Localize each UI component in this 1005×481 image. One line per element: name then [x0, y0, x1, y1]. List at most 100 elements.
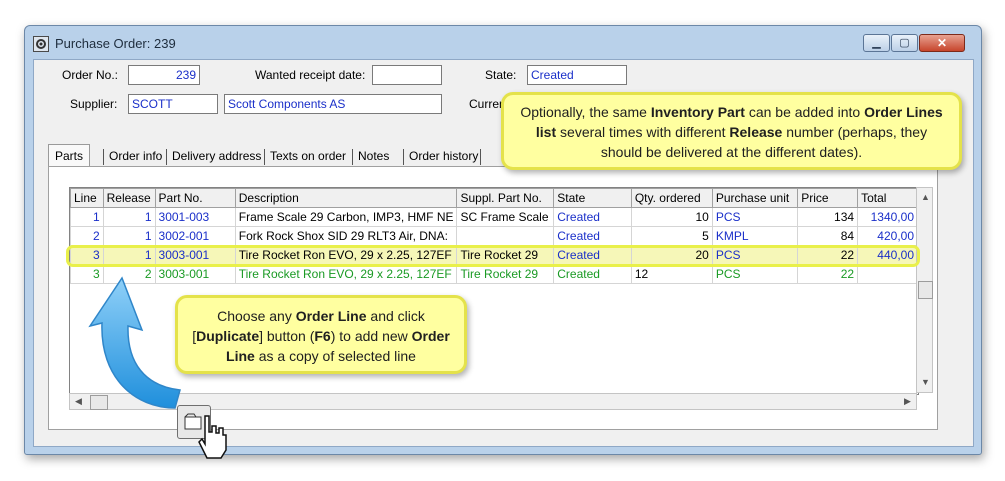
- curved-arrow-icon: [88, 276, 181, 409]
- maximize-button[interactable]: ▢: [891, 34, 918, 52]
- callout-text: ) to add new: [330, 328, 412, 344]
- tab-texts-on-order[interactable]: Texts on order: [270, 149, 346, 163]
- cell-release: 1: [102, 226, 156, 246]
- callout-bold: Order Line: [295, 308, 367, 324]
- vertical-scroll-thumb[interactable]: [918, 281, 933, 299]
- info-callout-release: Optionally, the same Inventory Part can …: [501, 92, 962, 170]
- state-label: State:: [485, 68, 517, 82]
- callout-text: ] button (: [259, 328, 315, 344]
- cell-qty: 5: [630, 226, 713, 246]
- column-header-line[interactable]: Line: [70, 188, 104, 208]
- vertical-scrollbar[interactable]: ▲ ▼: [916, 187, 933, 393]
- cell-description: Frame Scale 29 Carbon, IMP3, HMF NE: [234, 207, 458, 227]
- tab-notes[interactable]: Notes: [358, 149, 389, 163]
- tab-divider: [352, 149, 353, 165]
- tab-order-history[interactable]: Order history: [409, 149, 478, 163]
- tab-divider: [103, 149, 104, 165]
- cell-qty: 10: [630, 207, 713, 227]
- cell-price: 84: [797, 226, 859, 246]
- cell-suppl-part-no: Tire Rocket 29: [456, 264, 555, 284]
- cell-state: Created: [553, 245, 632, 265]
- cell-suppl-part-no: [456, 226, 555, 246]
- table-row[interactable]: 2 1 3002-001 Fork Rock Shox SID 29 RLT3 …: [70, 226, 918, 246]
- hand-cursor-icon: [198, 415, 227, 459]
- cell-unit: KMPL: [711, 226, 799, 246]
- wanted-date-field[interactable]: [372, 65, 442, 85]
- title-bar: Purchase Order: 239 ▁ ▢ ✕: [25, 26, 981, 60]
- cell-unit: PCS: [711, 207, 799, 227]
- tab-order-info[interactable]: Order info: [109, 149, 162, 163]
- cell-suppl-part-no: SC Frame Scale: [456, 207, 555, 227]
- callout-bold: F6: [314, 328, 331, 344]
- callout-bold: Inventory Part: [650, 104, 745, 120]
- cell-release: 1: [102, 245, 156, 265]
- table-row-new[interactable]: 3 2 3003-001 Tire Rocket Ron EVO, 29 x 2…: [70, 264, 918, 284]
- close-button[interactable]: ✕: [919, 34, 965, 52]
- cell-state: Created: [553, 207, 632, 227]
- column-header-part-no[interactable]: Part No.: [154, 188, 236, 208]
- column-header-purchase-unit[interactable]: Purchase unit: [711, 188, 799, 208]
- tab-delivery-address[interactable]: Delivery address: [172, 149, 261, 163]
- table-row[interactable]: 1 1 3001-003 Frame Scale 29 Carbon, IMP3…: [70, 207, 918, 227]
- callout-text: can be added into: [744, 104, 865, 120]
- order-no-label: Order No.:: [62, 68, 119, 82]
- cell-release: 1: [102, 207, 156, 227]
- tab-divider: [480, 149, 481, 165]
- callout-text: several times with different: [556, 124, 730, 140]
- tab-divider: [264, 149, 265, 165]
- info-callout-duplicate: Choose any Order Line and click [Duplica…: [175, 295, 467, 374]
- scroll-right-icon[interactable]: ▶: [904, 396, 911, 407]
- cell-total: [857, 264, 918, 284]
- cell-total: 420,00: [857, 226, 918, 246]
- cell-unit: PCS: [711, 264, 799, 284]
- cell-price: 22: [797, 264, 859, 284]
- cell-qty-editing[interactable]: 12: [630, 264, 713, 284]
- supplier-code-field[interactable]: SCOTT: [128, 94, 218, 114]
- cell-description: Fork Rock Shox SID 29 RLT3 Air, DNA:: [234, 226, 458, 246]
- column-header-price[interactable]: Price: [797, 188, 859, 208]
- cell-part-no: 3003-001: [154, 245, 236, 265]
- wanted-date-label: Wanted receipt date:: [255, 68, 366, 82]
- gear-app-icon: [33, 36, 49, 52]
- column-header-release[interactable]: Release: [102, 188, 156, 208]
- cell-part-no: 3002-001: [154, 226, 236, 246]
- scroll-up-icon[interactable]: ▲: [921, 192, 930, 202]
- supplier-name-field[interactable]: Scott Components AS: [224, 94, 442, 114]
- column-header-qty-ordered[interactable]: Qty. ordered: [630, 188, 713, 208]
- cell-description: Tire Rocket Ron EVO, 29 x 2.25, 127EF: [234, 264, 458, 284]
- cell-line: 1: [70, 207, 104, 227]
- column-header-total[interactable]: Total: [857, 188, 918, 208]
- callout-bold: Duplicate: [196, 328, 260, 344]
- tab-divider: [403, 149, 404, 165]
- minimize-icon: ▁: [872, 37, 881, 49]
- window-title: Purchase Order: 239: [55, 36, 176, 51]
- order-no-field[interactable]: 239: [128, 65, 200, 85]
- cell-description: Tire Rocket Ron EVO, 29 x 2.25, 127EF: [234, 245, 458, 265]
- table-row-selected[interactable]: 3 1 3003-001 Tire Rocket Ron EVO, 29 x 2…: [70, 245, 918, 265]
- column-header-description[interactable]: Description: [234, 188, 458, 208]
- close-icon: ✕: [936, 36, 948, 50]
- cell-qty: 20: [630, 245, 713, 265]
- cell-suppl-part-no: Tire Rocket 29: [456, 245, 555, 265]
- column-header-suppl-part-no[interactable]: Suppl. Part No.: [456, 188, 555, 208]
- cell-price: 22: [797, 245, 859, 265]
- tab-parts[interactable]: Parts: [48, 144, 91, 168]
- callout-bold: Release: [729, 124, 783, 140]
- tab-divider: [166, 149, 167, 165]
- cell-line: 3: [70, 245, 104, 265]
- grid-header-row: Line Release Part No. Description Suppl.…: [70, 188, 918, 208]
- cell-unit: PCS: [711, 245, 799, 265]
- callout-text: Choose any: [217, 308, 296, 324]
- scroll-down-icon[interactable]: ▼: [921, 377, 930, 387]
- supplier-label: Supplier:: [70, 97, 118, 111]
- minimize-button[interactable]: ▁: [863, 34, 890, 52]
- callout-text: as a copy of selected line: [254, 348, 416, 364]
- cell-total: 440,00: [857, 245, 918, 265]
- column-header-state[interactable]: State: [553, 188, 632, 208]
- cell-state: Created: [553, 226, 632, 246]
- maximize-icon: ▢: [899, 37, 910, 49]
- cell-price: 134: [797, 207, 859, 227]
- callout-text: Optionally, the same: [520, 104, 651, 120]
- cell-total: 1340,00: [857, 207, 918, 227]
- state-field[interactable]: Created: [527, 65, 627, 85]
